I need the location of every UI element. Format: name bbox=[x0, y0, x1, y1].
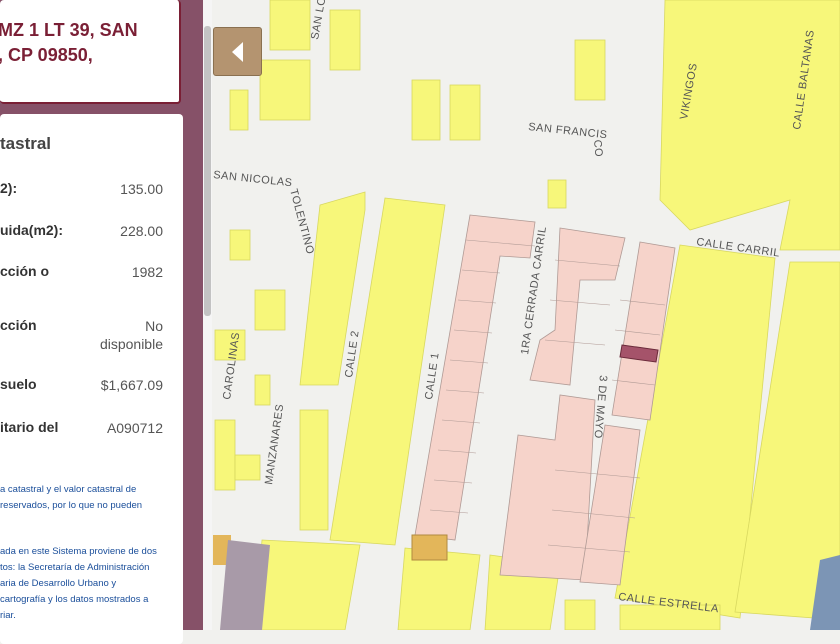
panel-scrollbar[interactable] bbox=[203, 0, 212, 630]
scrollbar-thumb[interactable] bbox=[204, 26, 211, 316]
collapse-panel-button[interactable] bbox=[213, 27, 262, 76]
street-label: CO bbox=[591, 139, 604, 157]
chevron-left-icon bbox=[232, 42, 243, 62]
section-title: tastral bbox=[0, 134, 52, 153]
privacy-note: a catastral y el valor catastral de rese… bbox=[0, 484, 143, 511]
source-note: ada en este Sistema proviene de dos tos:… bbox=[0, 546, 157, 621]
address-card: MZ 1 LT 39, SAN , CP 09850, bbox=[0, 0, 181, 104]
cadastral-info-card: tastral 2): 135.00 uida(m2): 228.00 cción … bbox=[0, 114, 183, 644]
address-title: MZ 1 LT 39, SAN , CP 09850, bbox=[0, 20, 138, 65]
